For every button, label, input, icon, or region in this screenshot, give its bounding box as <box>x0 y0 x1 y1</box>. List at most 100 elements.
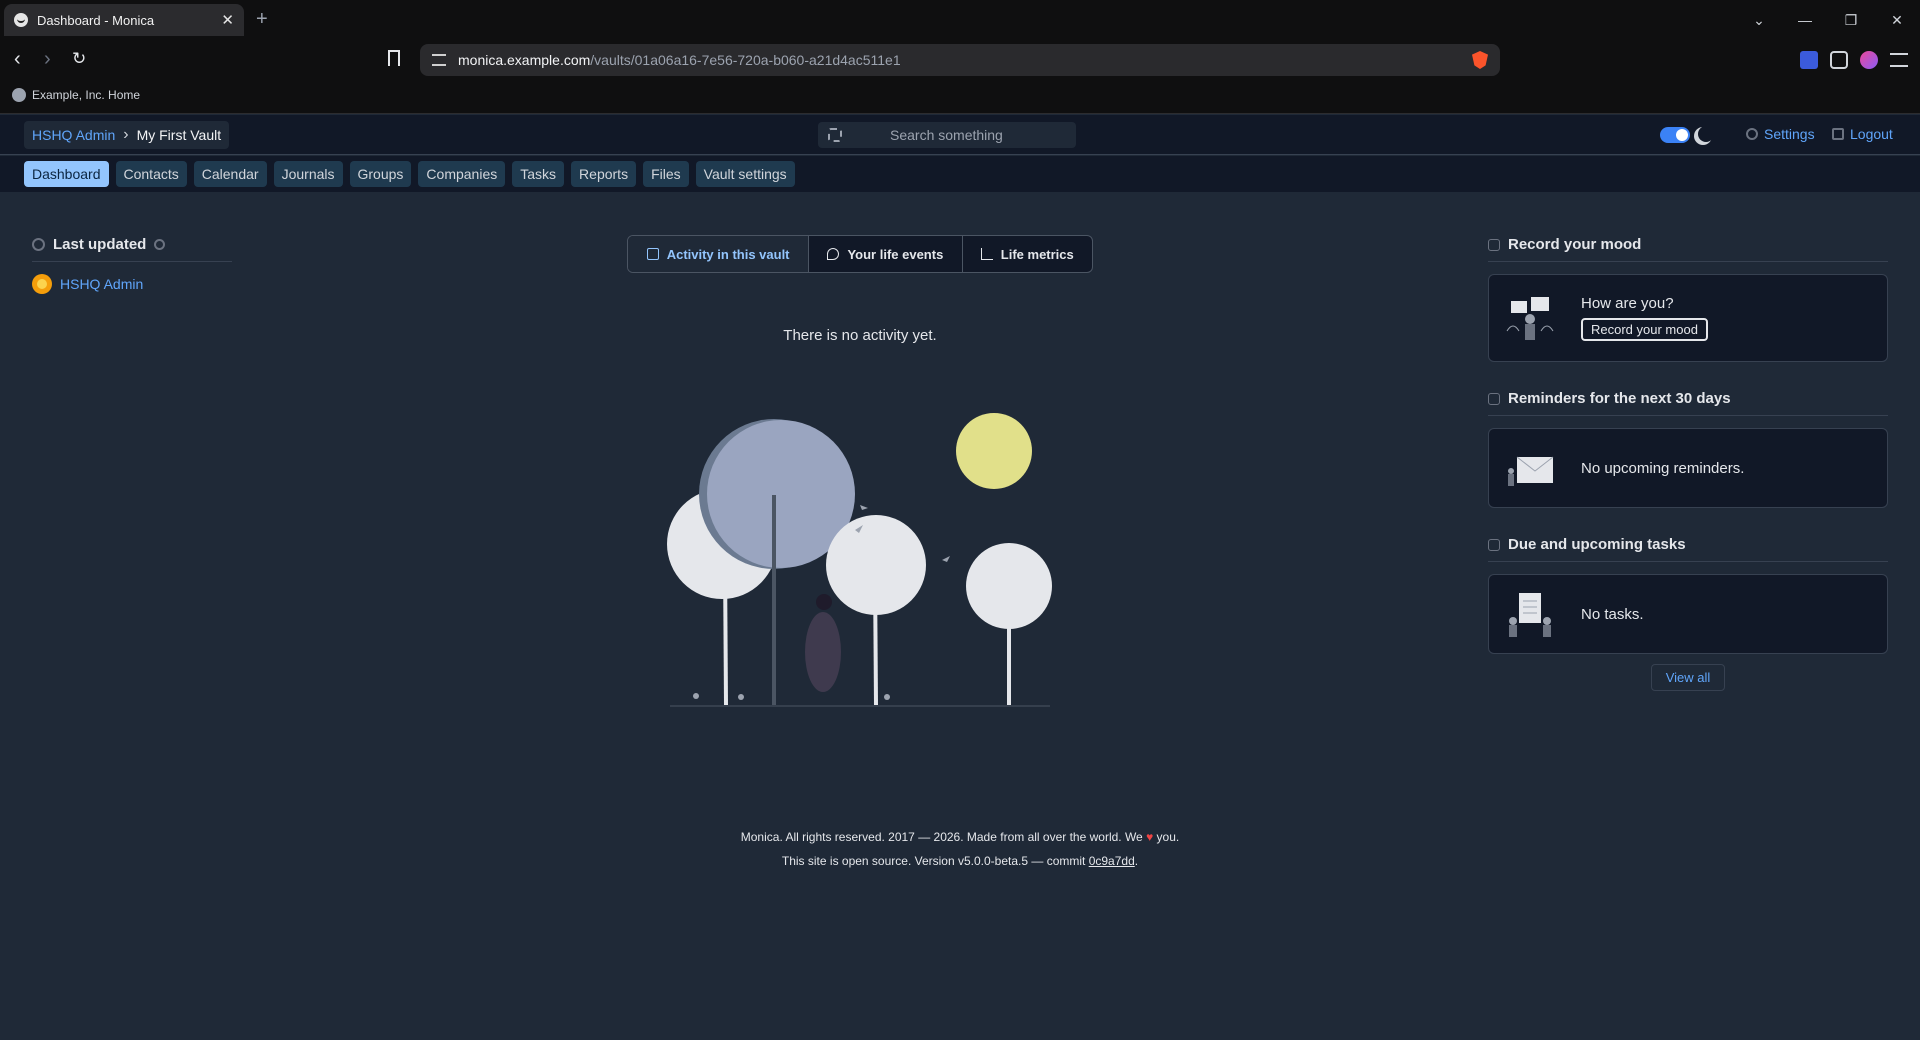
tab-activity-label: Activity in this vault <box>666 246 790 262</box>
logout-label: Logout <box>1850 126 1893 142</box>
minimize-icon[interactable]: — <box>1782 0 1828 40</box>
mood-title: Record your mood <box>1488 236 1888 262</box>
reload-icon[interactable]: ↻ <box>72 49 86 69</box>
tasks-section: Due and upcoming tasks No tasks. View al… <box>1488 536 1888 691</box>
search-input[interactable]: Search something <box>818 122 1076 148</box>
reminders-illustration <box>1508 456 1554 486</box>
breadcrumb-user[interactable]: HSHQ Admin <box>32 127 115 143</box>
globe-icon <box>12 88 26 102</box>
footer-period: . <box>1134 854 1139 868</box>
dark-mode-toggle[interactable] <box>1660 127 1690 143</box>
tasks-title-label: Due and upcoming tasks <box>1508 536 1686 553</box>
calendar-icon <box>1488 392 1500 405</box>
last-updated-title: Last updated <box>32 236 232 262</box>
footer-copyright: Monica. All rights reserved. 2017 — 2026… <box>740 830 1143 844</box>
forward-icon[interactable]: › <box>44 48 51 71</box>
search-placeholder: Search something <box>890 127 1003 143</box>
app-header: HSHQ Admin › My First Vault Search somet… <box>0 115 1920 155</box>
vault-nav: Dashboard Contacts Calendar Journals Gro… <box>0 156 1920 192</box>
tab-life-metrics[interactable]: Life metrics <box>963 236 1092 272</box>
mood-illustration <box>1506 297 1554 340</box>
tab-dashboard[interactable]: Dashboard <box>24 161 109 187</box>
tab-tasks[interactable]: Tasks <box>512 161 565 187</box>
record-mood-button[interactable]: Record your mood <box>1581 318 1708 341</box>
footer-line-2: This site is open source. Version v5.0.0… <box>0 849 1920 873</box>
bookmark-label: Example, Inc. Home <box>32 88 141 102</box>
tasks-empty: No tasks. <box>1581 605 1644 623</box>
back-icon[interactable]: ‹ <box>14 48 21 71</box>
site-settings-icon[interactable] <box>432 54 446 66</box>
breadcrumb: HSHQ Admin › My First Vault <box>24 121 230 149</box>
gear-icon <box>1746 128 1758 140</box>
view-all-button[interactable]: View all <box>1651 664 1725 691</box>
logout-link[interactable]: Logout <box>1832 126 1893 142</box>
bookmarks-bar: Example, Inc. Home <box>0 80 1920 114</box>
tasks-card: No tasks. <box>1488 574 1888 654</box>
last-updated-section: Last updated HSHQ Admin <box>32 236 232 294</box>
tab-vault-settings[interactable]: Vault settings <box>695 161 795 187</box>
reminders-empty: No upcoming reminders. <box>1581 459 1745 477</box>
browser-tab[interactable]: Dashboard - Monica ✕ <box>4 4 244 36</box>
tab-search-icon[interactable]: ⌄ <box>1736 0 1782 40</box>
profile-icon[interactable] <box>1860 51 1878 69</box>
tab-groups[interactable]: Groups <box>349 161 412 187</box>
reminders-title-label: Reminders for the next 30 days <box>1508 390 1731 407</box>
close-window-icon[interactable]: ✕ <box>1874 0 1920 40</box>
reminders-section: Reminders for the next 30 days No upcomi… <box>1488 390 1888 508</box>
commit-link[interactable]: 0c9a7dd <box>1089 854 1135 868</box>
last-updated-name: HSHQ Admin <box>60 276 144 292</box>
empty-activity-message: There is no activity yet. <box>783 327 937 344</box>
reminders-card: No upcoming reminders. <box>1488 428 1888 508</box>
mood-title-label: Record your mood <box>1508 236 1642 253</box>
footer: Monica. All rights reserved. 2017 — 2026… <box>0 825 1920 873</box>
browser-tabstrip: Dashboard - Monica ✕ + ⌄ — ❐ ✕ <box>0 0 1920 40</box>
list-item[interactable]: HSHQ Admin <box>32 274 232 294</box>
tab-title: Dashboard - Monica <box>37 12 155 28</box>
last-updated-label: Last updated <box>53 236 147 253</box>
chevron-right-icon: › <box>123 126 129 143</box>
close-tab-icon[interactable]: ✕ <box>221 11 234 29</box>
bookmark-item[interactable]: Example, Inc. Home <box>12 88 140 102</box>
tab-journals[interactable]: Journals <box>273 161 343 187</box>
url-host: monica.example.com <box>458 52 591 68</box>
tab-life-events-label: Your life events <box>847 246 944 262</box>
tab-activity[interactable]: Activity in this vault <box>628 236 810 272</box>
tab-files[interactable]: Files <box>643 161 689 187</box>
help-icon[interactable] <box>154 239 166 250</box>
bookmark-icon[interactable] <box>388 50 400 66</box>
tab-contacts[interactable]: Contacts <box>115 161 187 187</box>
tab-calendar[interactable]: Calendar <box>193 161 267 187</box>
empty-state-illustration <box>667 413 1052 707</box>
tasks-title: Due and upcoming tasks <box>1488 536 1888 562</box>
brave-shields-icon[interactable] <box>1472 51 1488 69</box>
monica-favicon-icon <box>14 13 28 27</box>
right-sidebar: Record your mood How are you? Record you… <box>1488 236 1888 719</box>
settings-link[interactable]: Settings <box>1746 126 1815 142</box>
breadcrumb-vault: My First Vault <box>136 127 222 143</box>
tab-companies[interactable]: Companies <box>418 161 506 187</box>
url-path: /vaults/01a06a16-7e56-720a-b060-a21d4ac5… <box>590 52 901 68</box>
heart-icon: ♥ <box>1146 830 1154 844</box>
bitwarden-icon[interactable] <box>1800 51 1818 69</box>
history-icon <box>32 238 45 251</box>
tasks-illustration <box>1509 593 1551 637</box>
activity-icon <box>646 248 659 260</box>
window-controls: ⌄ — ❐ ✕ <box>1736 0 1920 40</box>
footer-version: This site is open source. Version v5.0.0… <box>781 854 1086 868</box>
extensions-icon[interactable] <box>1830 51 1848 69</box>
flame-icon <box>827 248 840 260</box>
tab-life-events[interactable]: Your life events <box>809 236 963 272</box>
mood-card: How are you? Record your mood <box>1488 274 1888 362</box>
search-icon <box>828 128 842 142</box>
mood-content: How are you? Record your mood <box>1581 295 1708 341</box>
menu-icon[interactable] <box>1890 53 1908 67</box>
restore-icon[interactable]: ❐ <box>1828 0 1874 40</box>
tab-life-metrics-label: Life metrics <box>1000 246 1074 262</box>
footer-line-1: Monica. All rights reserved. 2017 — 2026… <box>0 825 1920 849</box>
chart-icon <box>980 248 993 260</box>
reminders-title: Reminders for the next 30 days <box>1488 390 1888 416</box>
moon-icon <box>1698 126 1714 142</box>
address-bar[interactable]: monica.example.com /vaults/01a06a16-7e56… <box>420 44 1500 76</box>
new-tab-icon[interactable]: + <box>256 8 268 31</box>
tab-reports[interactable]: Reports <box>571 161 637 187</box>
